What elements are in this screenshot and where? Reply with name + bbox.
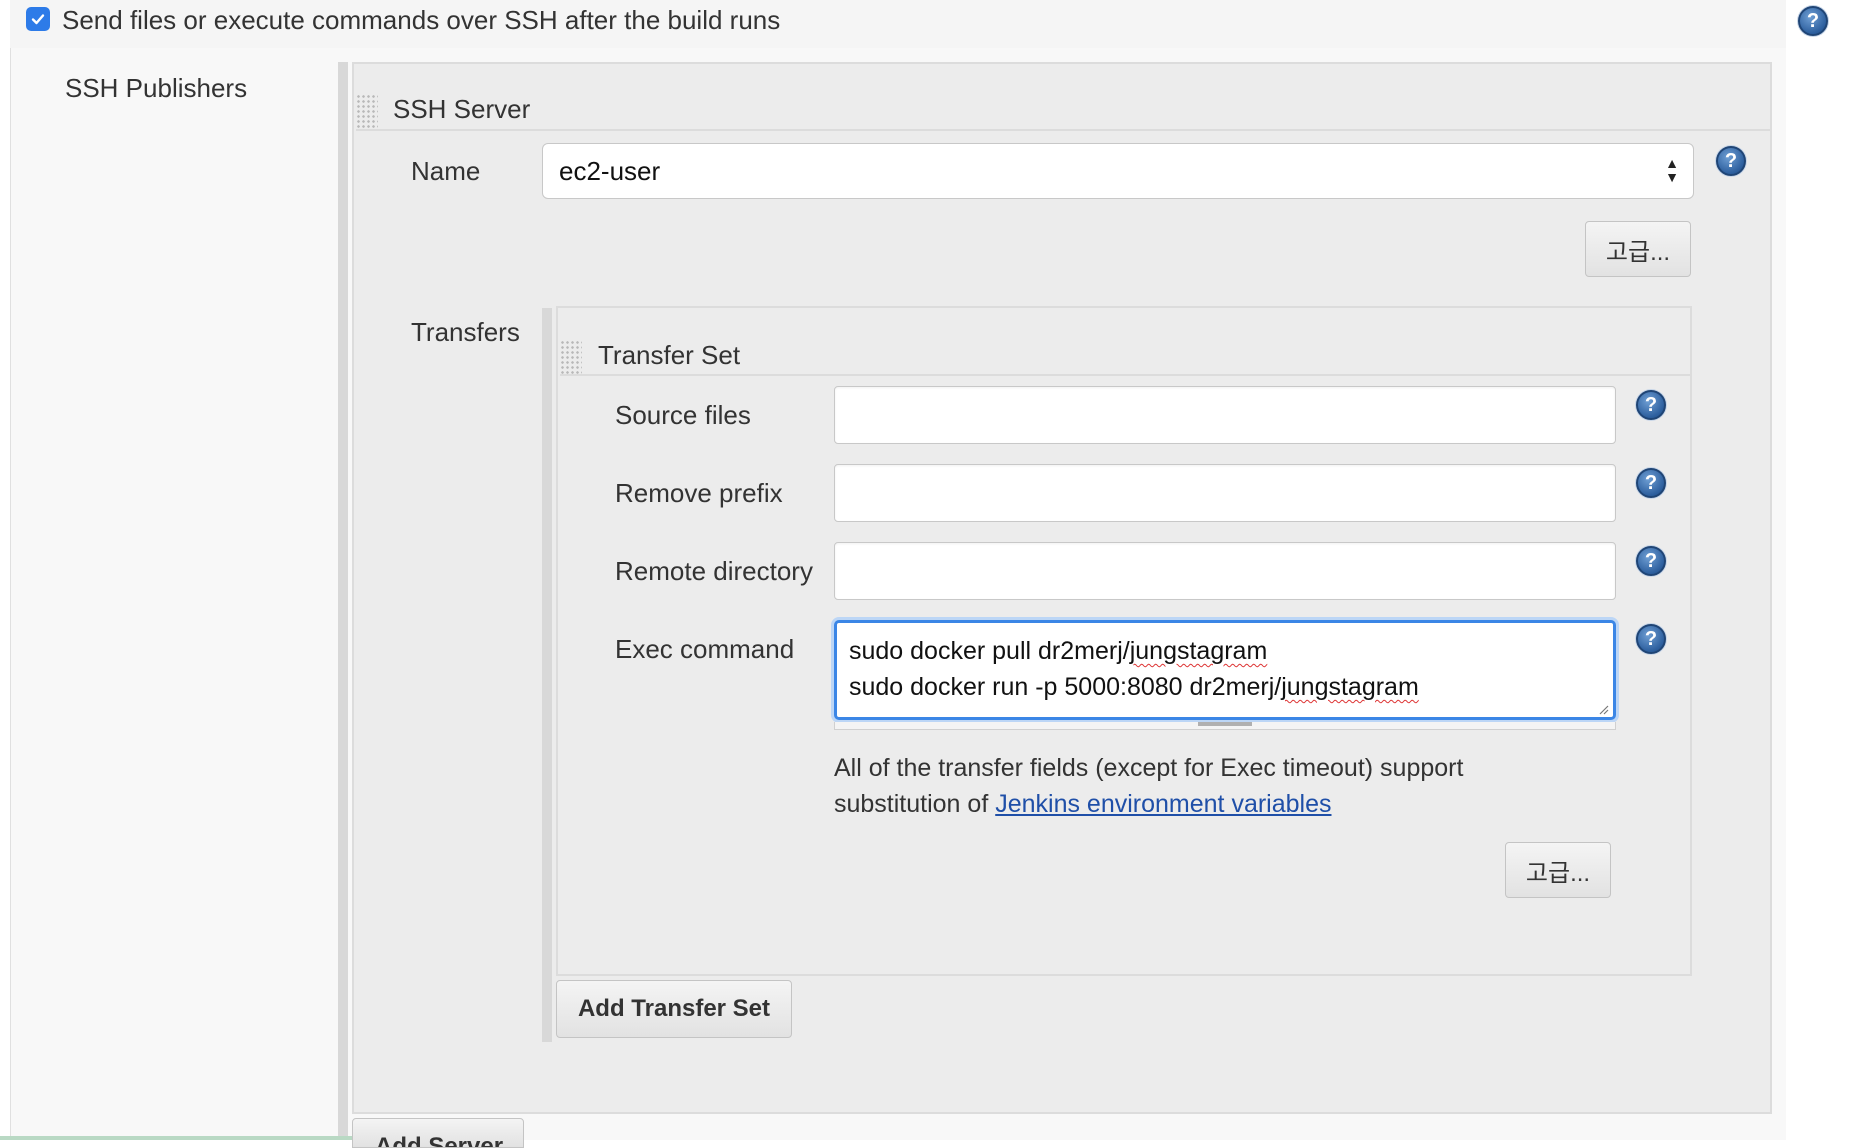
section-label: SSH Publishers [65,73,248,103]
remote-directory-label: Remote directory [615,556,813,586]
misspelled-word: jungstagram [1281,673,1419,701]
drag-handle-icon[interactable] [356,94,378,128]
checkmark-icon [31,14,45,25]
repeatable-bar [338,62,348,1140]
server-name-select[interactable]: ec2-user ▲ ▼ [542,143,1694,199]
help-icon[interactable]: ? [1636,624,1666,654]
remove-prefix-label: Remove prefix [615,478,783,508]
exec-command-textarea[interactable]: sudo docker pull dr2merj/jungstagram sudo… [834,620,1616,720]
source-files-input[interactable] [834,386,1616,444]
server-advanced-button[interactable]: 고급... [1585,221,1691,277]
ssh-server-title: SSH Server [393,94,531,124]
drag-handle-icon[interactable] [1198,722,1252,726]
remove-prefix-input[interactable] [834,464,1616,522]
source-files-label: Source files [615,400,751,430]
exec-command-line: sudo docker run -p 5000:8080 dr2merj/jun… [849,673,1419,701]
transfer-set-title: Transfer Set [598,340,741,370]
help-icon[interactable]: ? [1716,146,1746,176]
exec-command-line: sudo docker pull dr2merj/jungstagram [849,637,1268,665]
divider [560,374,1690,376]
server-name-value: ec2-user [559,156,661,186]
add-server-button[interactable]: Add Server [352,1118,524,1148]
select-arrows-icon: ▲ ▼ [1665,155,1679,185]
exec-command-label: Exec command [615,634,795,664]
drag-handle-icon[interactable] [560,340,582,374]
remote-directory-input[interactable] [834,542,1616,600]
transfers-label: Transfers [411,317,520,347]
publish-step-label: Send files or execute commands over SSH … [62,5,781,35]
transfer-advanced-button[interactable]: 고급... [1505,842,1611,898]
help-icon[interactable]: ? [1636,390,1666,420]
help-icon[interactable]: ? [1798,6,1828,36]
publish-step-checkbox[interactable] [26,7,50,31]
help-icon[interactable]: ? [1636,546,1666,576]
variables-info: All of the transfer fields (except for E… [834,750,1554,822]
resize-grip-icon[interactable] [1597,703,1609,715]
add-transfer-set-button[interactable]: Add Transfer Set [556,980,792,1038]
divider [356,129,1770,131]
help-icon[interactable]: ? [1636,468,1666,498]
bottom-accent-line [0,1136,352,1140]
misspelled-word: jungstagram [1129,637,1268,665]
repeatable-bar [542,308,552,1042]
name-label: Name [411,156,481,186]
jenkins-variables-link[interactable]: Jenkins environment variables [995,790,1331,818]
